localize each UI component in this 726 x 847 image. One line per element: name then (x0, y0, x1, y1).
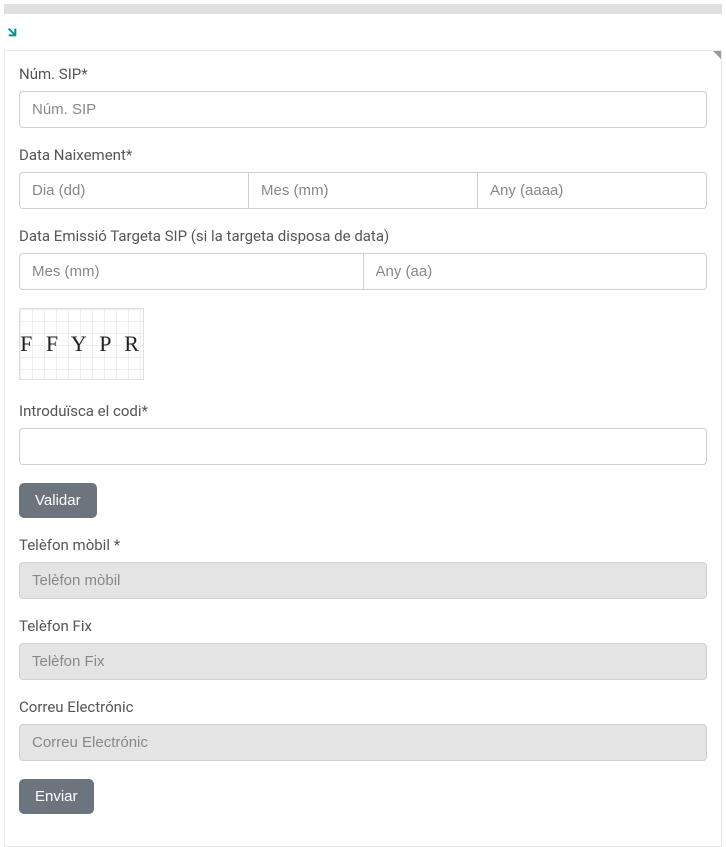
telefon-fix-label: Telèfon Fix (19, 617, 707, 635)
telefon-mobil-label: Telèfon mòbil * (19, 536, 707, 554)
top-bar (4, 4, 722, 14)
num-sip-input[interactable] (19, 91, 707, 128)
form-container: Núm. SIP* Data Naixement* Data Emissió T… (4, 50, 722, 847)
correu-electronic-input (19, 724, 707, 761)
telefon-fix-input (19, 643, 707, 680)
telefon-mobil-input (19, 562, 707, 599)
data-naixement-label: Data Naixement* (19, 146, 707, 164)
any-emissio-input[interactable] (364, 253, 708, 290)
enviar-button[interactable]: Enviar (19, 779, 94, 814)
captcha-image: F F Y P R (19, 308, 144, 380)
codi-input[interactable] (19, 428, 707, 465)
validar-button[interactable]: Validar (19, 483, 97, 518)
any-input[interactable] (478, 172, 707, 209)
expand-arrow-icon[interactable] (4, 24, 20, 40)
num-sip-label: Núm. SIP* (19, 65, 707, 83)
scroll-indicator-icon[interactable] (713, 51, 721, 59)
data-emissio-label: Data Emissió Targeta SIP (si la targeta … (19, 227, 707, 245)
data-naixement-row (19, 172, 707, 209)
dia-input[interactable] (19, 172, 249, 209)
captcha-text: F F Y P R (20, 331, 143, 357)
introduisca-codi-label: Introduïsca el codi* (19, 402, 707, 420)
mes-input[interactable] (249, 172, 478, 209)
mes-emissio-input[interactable] (19, 253, 364, 290)
data-emissio-row (19, 253, 707, 290)
correu-electronic-label: Correu Electrónic (19, 698, 707, 716)
